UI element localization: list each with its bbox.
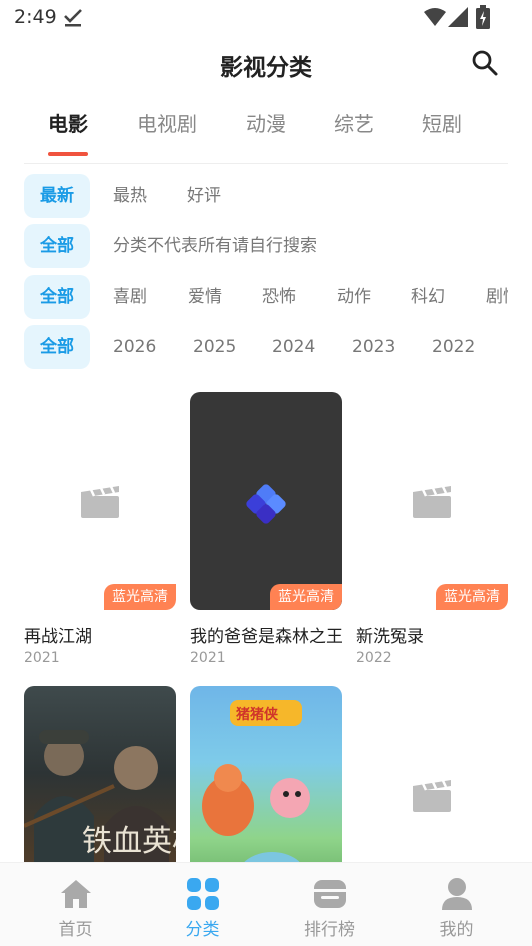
wifi-icon xyxy=(424,8,446,26)
quality-badge: 蓝光高清 xyxy=(270,584,342,610)
nav-label: 排行榜 xyxy=(304,920,355,940)
filter-chip[interactable]: 2026 xyxy=(113,325,156,369)
signal-icon xyxy=(448,7,468,27)
tab-short-drama[interactable]: 短剧 xyxy=(422,108,462,137)
nav-ranking[interactable]: 排行榜 xyxy=(263,863,396,946)
movie-year: 2021 xyxy=(24,650,60,666)
film-placeholder-icon xyxy=(413,484,451,518)
filter-chip[interactable]: 恐怖 xyxy=(262,275,296,319)
poster-title-text: 猪猪侠 xyxy=(235,706,279,723)
filter-chip[interactable]: 喜剧 xyxy=(113,275,147,319)
battery-icon xyxy=(476,5,490,29)
tab-variety[interactable]: 综艺 xyxy=(334,108,374,137)
app-header: 影视分类 xyxy=(0,36,532,92)
filter-chip[interactable]: 最热 xyxy=(113,174,147,218)
filter-chip[interactable]: 2025 xyxy=(193,325,236,369)
tab-tv-series[interactable]: 电视剧 xyxy=(137,108,197,137)
nav-profile[interactable]: 我的 xyxy=(390,863,523,946)
filter-chip[interactable]: 好评 xyxy=(187,174,221,218)
page-title: 影视分类 xyxy=(220,55,312,81)
ranking-icon xyxy=(314,880,346,908)
filter-chip[interactable]: 动作 xyxy=(337,275,371,319)
bottom-navigation: 首页 分类 排行榜 我的 xyxy=(0,862,532,946)
movie-poster: 蓝光高清 xyxy=(356,392,508,610)
movie-title: 新洗冤录 xyxy=(356,627,424,647)
tab-indicator xyxy=(48,152,88,156)
movie-poster: 蓝光高清 xyxy=(24,392,176,610)
sort-filter-row: 最新 最热 好评 xyxy=(24,174,508,218)
nav-category[interactable]: 分类 xyxy=(136,863,269,946)
movie-poster: 蓝光高清 xyxy=(190,392,342,610)
status-bar: 2:49 xyxy=(0,0,532,36)
movie-year: 2022 xyxy=(356,650,392,666)
filter-chip[interactable]: 2024 xyxy=(272,325,315,369)
filter-chip[interactable]: 科幻 xyxy=(411,275,445,319)
year-filter-row: 全部 2026 2025 2024 2023 2022 xyxy=(24,325,508,369)
home-icon xyxy=(61,880,91,908)
nav-label: 我的 xyxy=(439,920,474,940)
filter-hint-text: 分类不代表所有请自行搜索 xyxy=(113,236,317,256)
movie-title: 我的爸爸是森林之王 xyxy=(190,627,342,647)
genre-filter-row: 全部 喜剧 爱情 恐怖 动作 科幻 剧情 xyxy=(24,275,508,319)
movie-year: 2021 xyxy=(190,650,226,666)
category-filter-row: 全部 分类不代表所有请自行搜索 xyxy=(24,224,508,268)
filter-chip-selected[interactable]: 全部 xyxy=(24,224,90,268)
filter-chip[interactable]: 2022 xyxy=(432,325,475,369)
tab-movie[interactable]: 电影 xyxy=(48,108,88,137)
poster-title-text: 铁血英雄 xyxy=(82,824,176,859)
movie-title: 再战江湖 xyxy=(24,627,92,647)
search-icon[interactable] xyxy=(470,48,500,78)
app-logo-icon xyxy=(246,484,286,524)
category-grid-icon xyxy=(187,878,219,910)
film-placeholder-icon xyxy=(413,778,451,812)
filter-chip-selected[interactable]: 最新 xyxy=(24,174,90,218)
filter-chip-selected[interactable]: 全部 xyxy=(24,275,90,319)
download-done-icon xyxy=(64,9,82,27)
user-icon xyxy=(442,878,472,910)
status-time: 2:49 xyxy=(14,6,57,28)
quality-badge: 蓝光高清 xyxy=(436,584,508,610)
nav-home[interactable]: 首页 xyxy=(9,863,142,946)
nav-label: 分类 xyxy=(185,920,220,940)
quality-badge: 蓝光高清 xyxy=(104,584,176,610)
filter-chip[interactable]: 爱情 xyxy=(188,275,222,319)
tab-anime[interactable]: 动漫 xyxy=(246,108,286,137)
filter-chip-selected[interactable]: 全部 xyxy=(24,325,90,369)
filter-chip[interactable]: 剧情 xyxy=(486,275,508,319)
film-placeholder-icon xyxy=(81,484,119,518)
filter-chip[interactable]: 2023 xyxy=(352,325,395,369)
nav-label: 首页 xyxy=(58,920,93,940)
category-tabs: 电影 电视剧 动漫 综艺 短剧 xyxy=(24,100,508,164)
